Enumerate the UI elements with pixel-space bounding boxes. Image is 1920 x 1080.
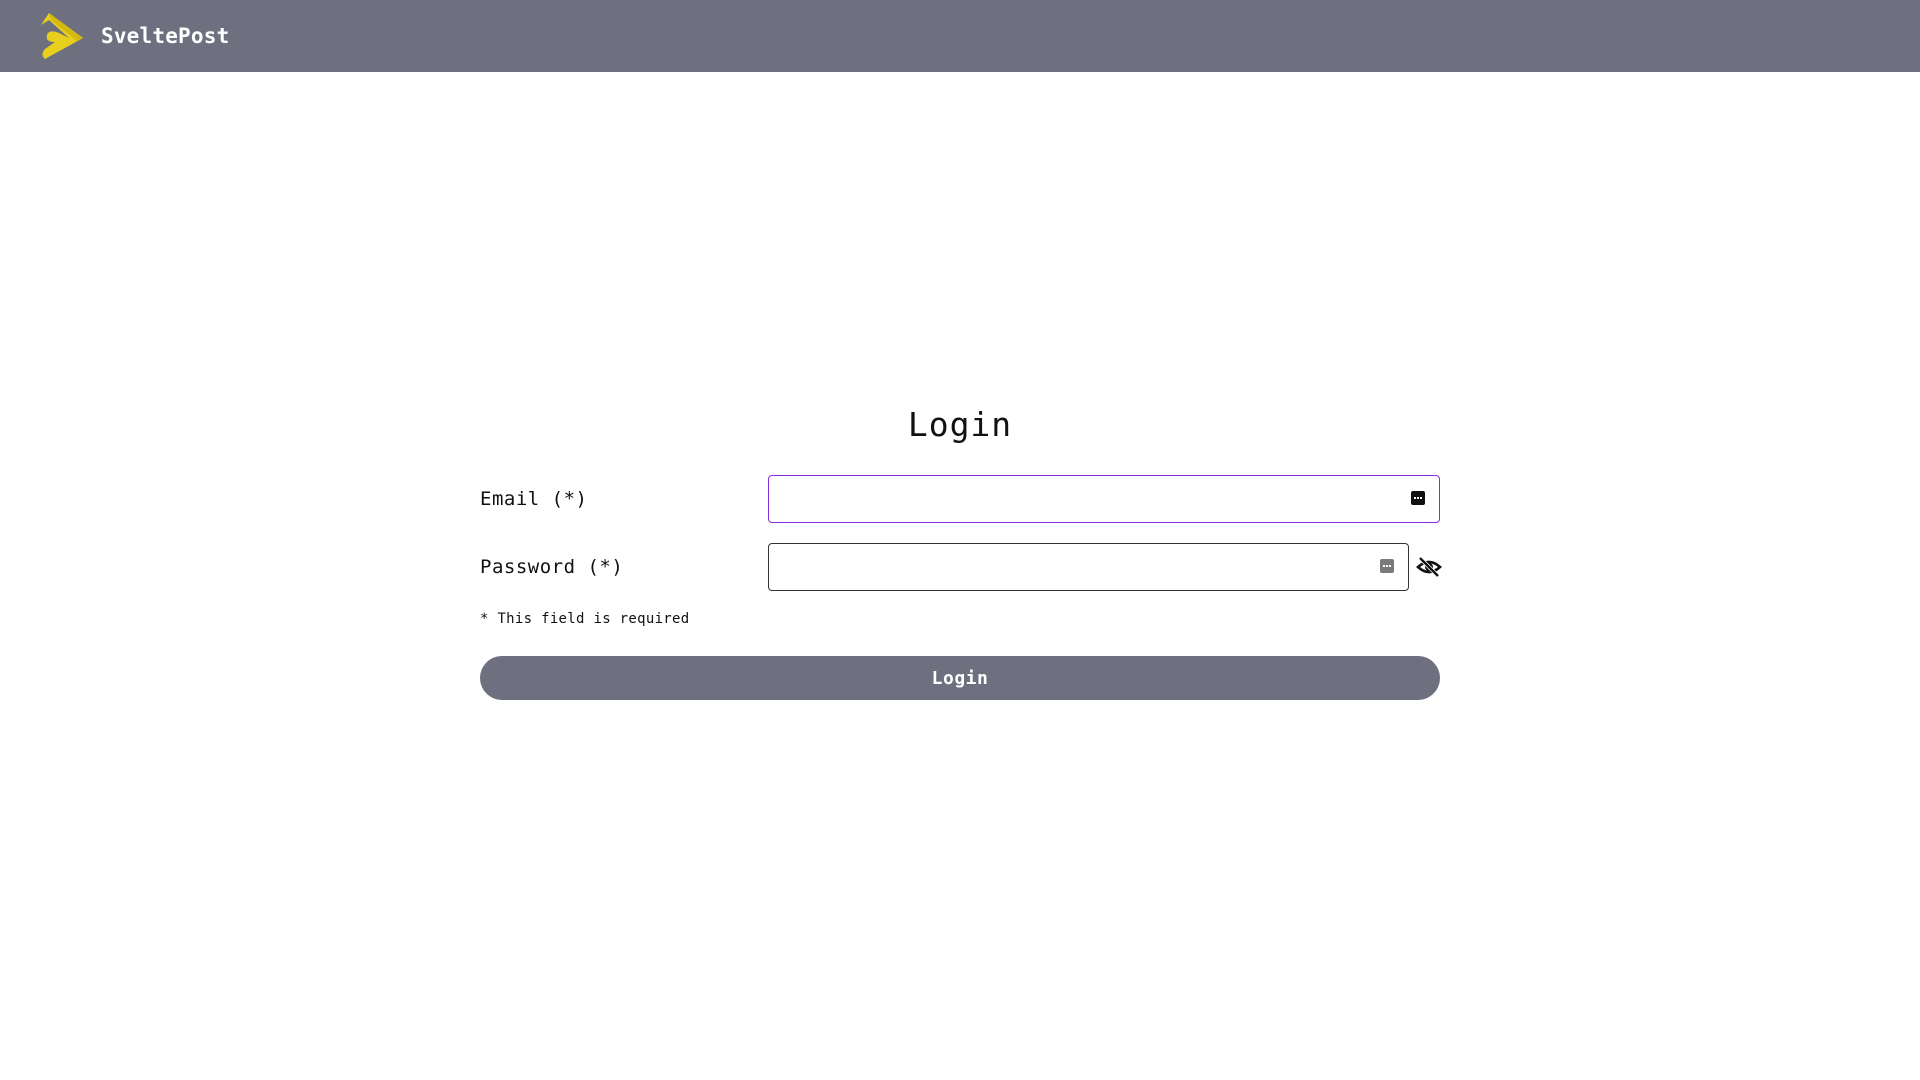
page-title: Login xyxy=(907,405,1013,444)
email-field-wrapper xyxy=(768,475,1440,523)
password-label: Password (*) xyxy=(480,556,624,578)
app-header: SveltePost xyxy=(0,0,1920,72)
required-hint: * This field is required xyxy=(480,611,690,627)
password-field[interactable] xyxy=(769,544,1408,590)
password-manager-key-icon[interactable] xyxy=(1411,491,1425,505)
password-row: Password (*) xyxy=(480,543,1442,591)
sveltepost-logo-icon xyxy=(41,13,83,59)
login-form: Login Email (*) Password (*) * This fiel… xyxy=(480,400,1442,700)
password-manager-key-icon[interactable] xyxy=(1380,559,1394,573)
password-field-wrapper xyxy=(768,543,1409,591)
brand-link[interactable]: SveltePost xyxy=(39,11,229,61)
login-button[interactable]: Login xyxy=(480,656,1440,700)
email-row: Email (*) xyxy=(480,475,1440,523)
email-label: Email (*) xyxy=(480,488,588,510)
brand-name: SveltePost xyxy=(101,24,230,48)
email-field[interactable] xyxy=(769,476,1439,522)
eye-slash-icon[interactable] xyxy=(1416,555,1442,579)
